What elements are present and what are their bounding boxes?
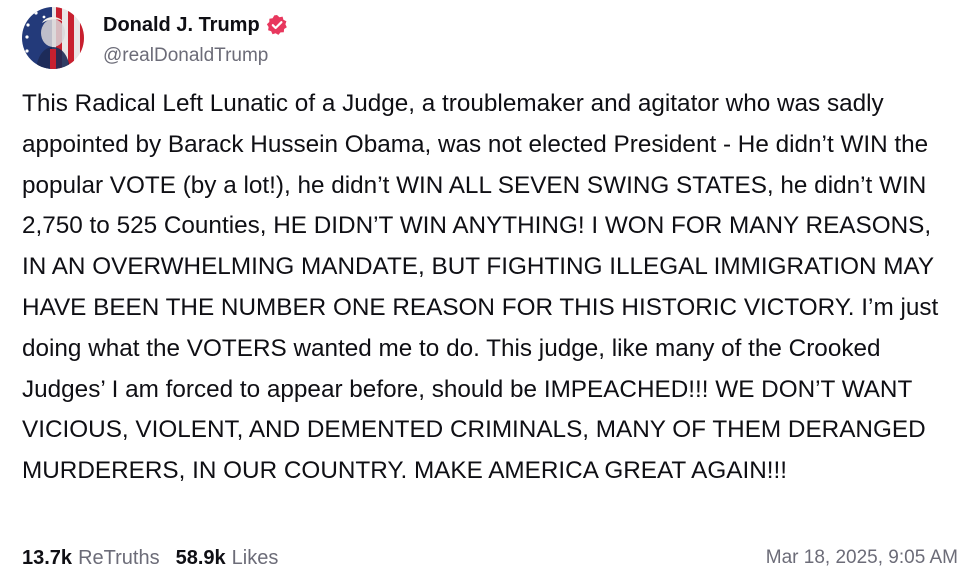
post-text: This Radical Left Lunatic of a Judge, a …: [22, 90, 939, 485]
author-row: Donald J. Trump: [103, 12, 288, 38]
retruths-label: ReTruths: [78, 546, 160, 569]
author-handle[interactable]: @realDonaldTrump: [103, 45, 268, 67]
likes-count: 58.9k: [175, 546, 226, 569]
post-footer: 13.7k ReTruths 58.9k Likes Mar 18, 2025,…: [22, 543, 958, 573]
likes-label: Likes: [231, 546, 279, 569]
retruths-stat[interactable]: 13.7k ReTruths: [22, 547, 160, 570]
avatar[interactable]: [22, 7, 84, 69]
post-card: Donald J. Trump @realDonaldTrump This Ra…: [0, 0, 980, 586]
likes-stat[interactable]: 58.9k Likes: [176, 547, 279, 570]
avatar-image: [22, 7, 84, 69]
post-timestamp[interactable]: Mar 18, 2025, 9:05 AM: [766, 547, 958, 569]
author-name[interactable]: Donald J. Trump: [103, 14, 260, 37]
retruths-count: 13.7k: [22, 546, 73, 569]
verified-badge-icon: [266, 14, 288, 36]
